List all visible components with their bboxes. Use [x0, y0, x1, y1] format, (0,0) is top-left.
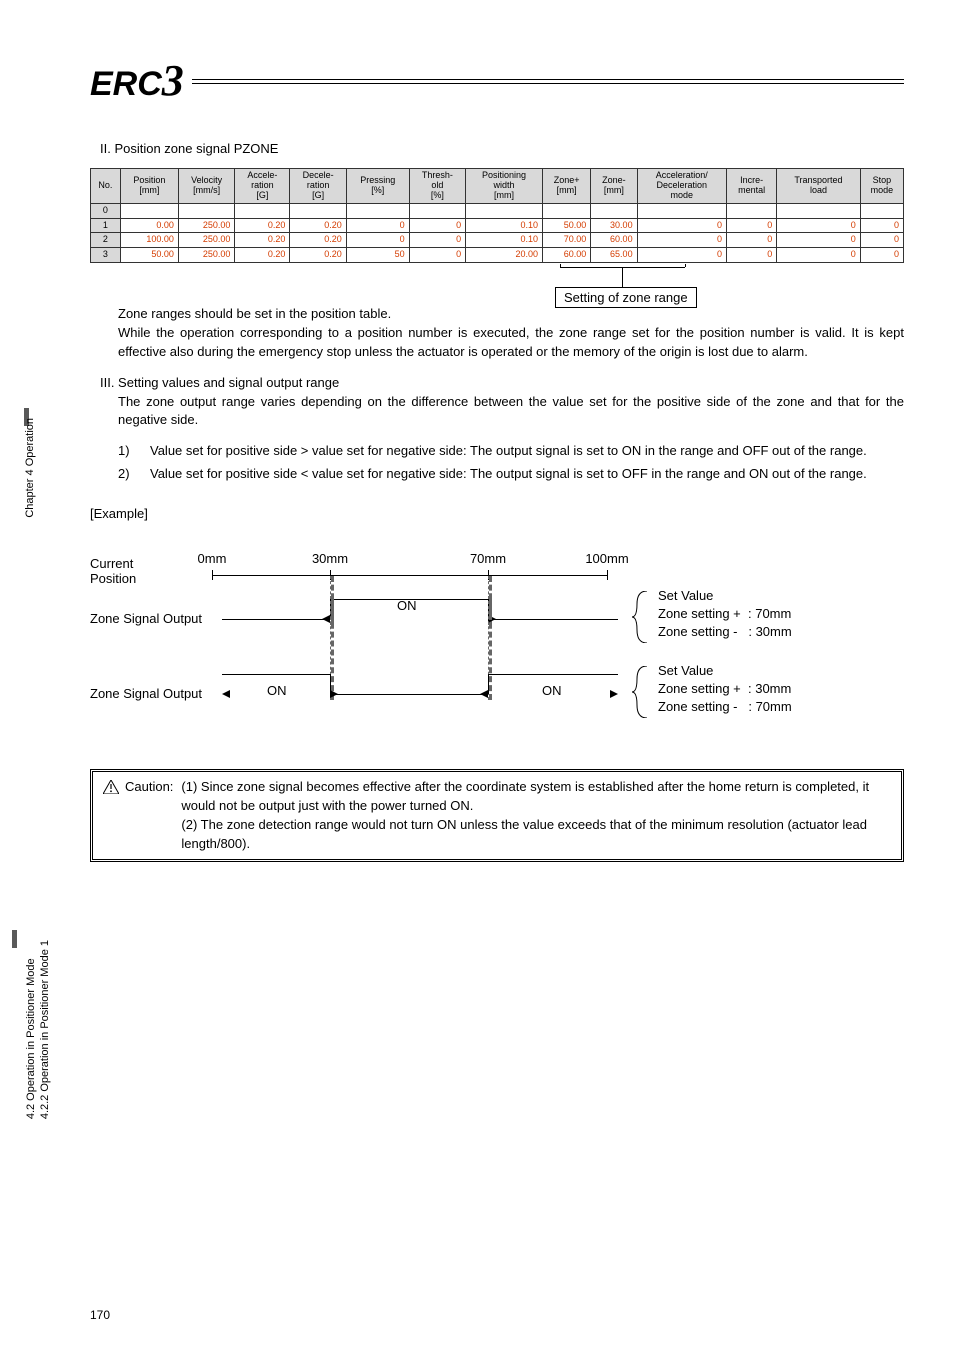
- row-no: 2: [91, 233, 121, 248]
- caution-box: Caution: (1) Since zone signal becomes e…: [90, 769, 904, 862]
- section-ii-title: II. Position zone signal PZONE: [100, 141, 904, 156]
- th-zone-plus: Zone+[mm]: [542, 169, 590, 204]
- tick-0mm: 0mm: [198, 551, 227, 566]
- callout: Setting of zone range: [90, 267, 904, 305]
- th-threshold: Thresh-old[%]: [409, 169, 465, 204]
- on-label: ON: [267, 683, 287, 698]
- position-table: No. Position[mm] Velocity[mm/s] Accele-r…: [90, 168, 904, 263]
- callout-box: Setting of zone range: [555, 287, 697, 308]
- th-pressing: Pressing[%]: [346, 169, 409, 204]
- current-position-label: Current Position: [90, 556, 136, 586]
- th-poswidth: Positioningwidth[mm]: [466, 169, 543, 204]
- list-item: 1) Value set for positive side > value s…: [118, 442, 904, 461]
- page-number: 170: [90, 1308, 110, 1322]
- zone-signal-output-label-1: Zone Signal Output: [90, 611, 202, 626]
- zone-signal-output-label-2: Zone Signal Output: [90, 686, 202, 701]
- th-accdec-mode: Acceleration/Decelerationmode: [637, 169, 726, 204]
- set-value-1: Set Value Zone setting + : 70mm Zone set…: [658, 587, 792, 642]
- on-label: ON: [542, 683, 562, 698]
- warning-icon: [103, 780, 119, 794]
- table-row: 2 100.00 250.00 0.20 0.20 0 0 0.10 70.00…: [91, 233, 904, 248]
- table-row: 3 50.00 250.00 0.20 0.20 50 0 20.00 60.0…: [91, 248, 904, 263]
- th-velocity: Velocity[mm/s]: [178, 169, 235, 204]
- th-position: Position[mm]: [120, 169, 178, 204]
- th-zone-minus: Zone-[mm]: [591, 169, 637, 204]
- set-value-2: Set Value Zone setting + : 30mm Zone set…: [658, 662, 792, 717]
- paragraph-1: Zone ranges should be set in the positio…: [118, 305, 904, 362]
- brace-1: [632, 591, 652, 643]
- th-no: No.: [91, 169, 121, 204]
- brace-2: [632, 666, 652, 718]
- th-transported: Transportedload: [777, 169, 860, 204]
- sidebar-section: 4.2 Operation in Positioner Mode 4.2.2 O…: [12, 940, 42, 1210]
- table-row: 1 0.00 250.00 0.20 0.20 0 0 0.10 50.00 3…: [91, 218, 904, 233]
- timing-diagram: Current Position 0mm 30mm 70mm 100mm Zon…: [90, 531, 904, 741]
- header-rule: [192, 79, 904, 83]
- tick-100mm: 100mm: [585, 551, 628, 566]
- tick-70mm: 70mm: [470, 551, 506, 566]
- paragraph-2: The zone output range varies depending o…: [118, 393, 904, 431]
- table-row: 0: [91, 203, 904, 218]
- row-no: 1: [91, 218, 121, 233]
- caution-body: (1) Since zone signal becomes effective …: [177, 778, 891, 853]
- numbered-list: 1) Value set for positive side > value s…: [118, 442, 904, 484]
- row-no: 0: [91, 203, 121, 218]
- th-incremental: Incre-mental: [727, 169, 777, 204]
- example-label: [Example]: [90, 506, 904, 521]
- header-row: ERC3: [90, 55, 904, 106]
- caution-label: Caution:: [125, 778, 173, 797]
- page: ERC3 II. Position zone signal PZONE No. …: [0, 0, 954, 1350]
- tick-30mm: 30mm: [312, 551, 348, 566]
- on-label: ON: [397, 598, 417, 613]
- section-iii-title: III. Setting values and signal output ra…: [100, 374, 904, 393]
- sidebar-chapter: Chapter 4 Operation: [24, 418, 40, 588]
- th-decel: Decele-ration[G]: [290, 169, 346, 204]
- th-stop: Stopmode: [860, 169, 903, 204]
- logo-text: ERC3: [90, 55, 184, 106]
- th-accel: Accele-ration[G]: [235, 169, 290, 204]
- list-item: 2) Value set for positive side < value s…: [118, 465, 904, 484]
- row-no: 3: [91, 248, 121, 263]
